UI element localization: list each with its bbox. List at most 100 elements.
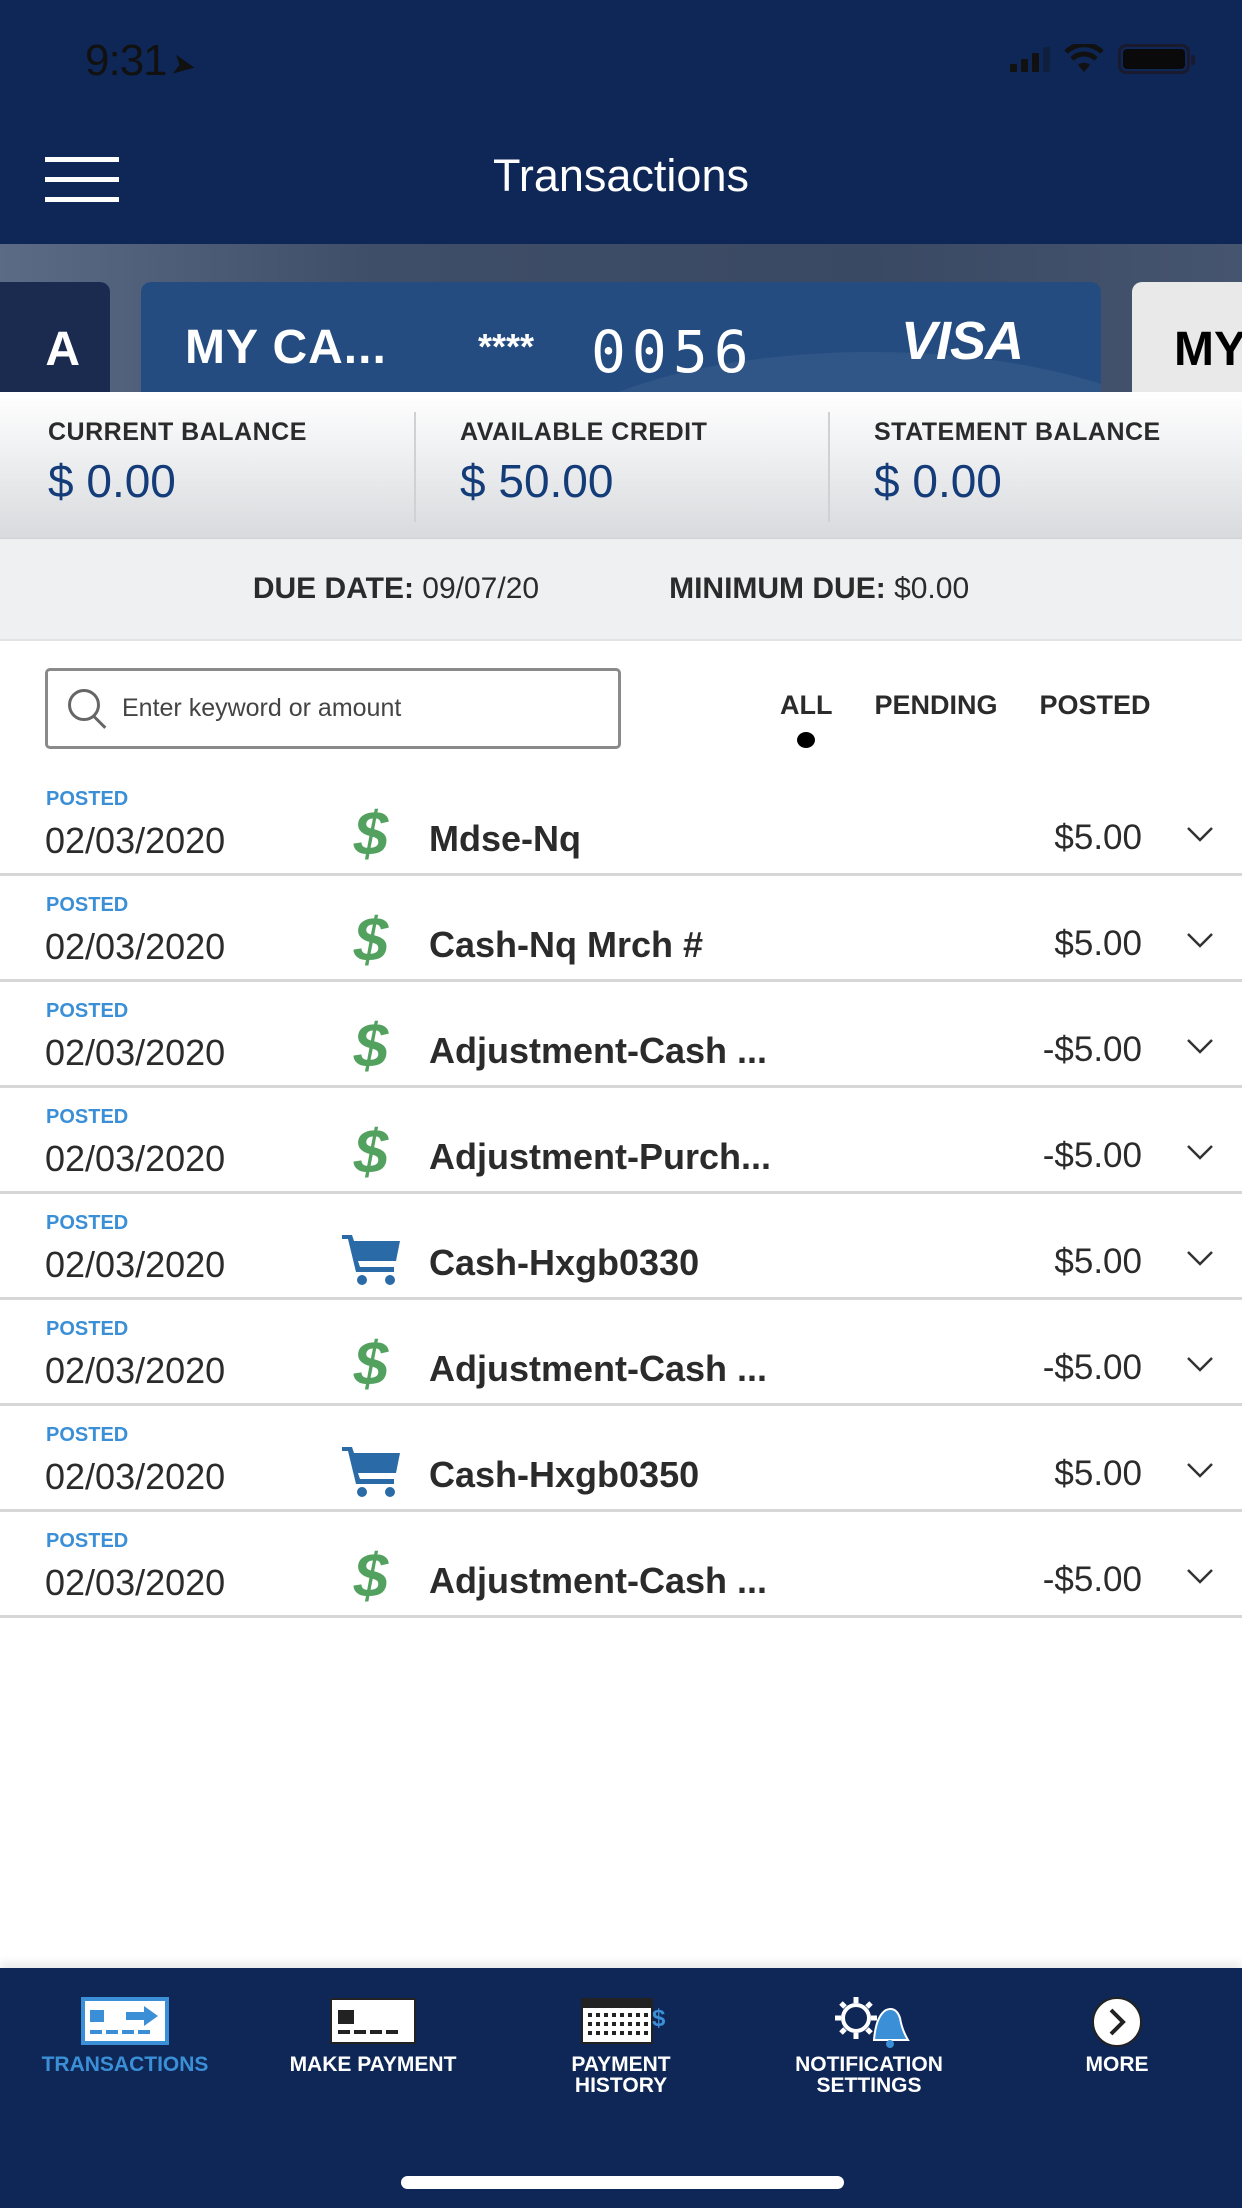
filter-tab-posted[interactable]: POSTED — [1040, 690, 1151, 721]
card-previous-label: A — [45, 323, 80, 376]
transaction-status: POSTED — [46, 1318, 129, 1340]
wifi-icon — [1064, 44, 1104, 72]
transaction-status: POSTED — [46, 1212, 129, 1234]
card-next[interactable]: MY — [1132, 282, 1242, 392]
dollar-icon: $ — [353, 1542, 389, 1611]
minimum-due-value: $0.00 — [894, 572, 970, 605]
statement-balance-label: STATEMENT BALANCE — [874, 418, 1161, 446]
card-number-mask: **** — [478, 326, 535, 367]
transaction-row[interactable]: POSTED 02/03/2020 $ Adjustment-Cash ... … — [0, 982, 1242, 1088]
more-icon — [1092, 1997, 1142, 2047]
due-info: DUE DATE: 09/07/20 MINIMUM DUE: $0.00 — [0, 539, 1242, 641]
transaction-list: POSTED 02/03/2020 $ Mdse-Nq $5.00 POSTED… — [0, 770, 1242, 1618]
status-icons — [1010, 44, 1195, 74]
transaction-date: 02/03/2020 — [45, 820, 226, 861]
statement-balance: STATEMENT BALANCE $ 0.00 — [828, 392, 1242, 538]
transaction-description: Mdse-Nq — [429, 818, 581, 859]
transaction-filter-tabs: ALL PENDING POSTED — [780, 690, 1151, 748]
dollar-icon: $ — [353, 1330, 389, 1399]
cart-icon — [340, 1440, 402, 1502]
transactions-icon — [81, 1997, 169, 2045]
page-title: Transactions — [493, 150, 749, 201]
transaction-row[interactable]: POSTED 02/03/2020 $ Cash-Nq Mrch # $5.00 — [0, 876, 1242, 982]
chevron-down-icon[interactable] — [1182, 1456, 1218, 1486]
visa-logo-icon: VISA — [900, 311, 1024, 371]
transaction-description: Adjustment-Purch... — [429, 1136, 772, 1177]
cart-icon — [340, 1228, 402, 1290]
nav-more[interactable]: MORE — [993, 1968, 1241, 2108]
current-balance: CURRENT BALANCE $ 0.00 — [0, 392, 414, 538]
card-current[interactable]: MY CA... **** 0056 VISA — [141, 282, 1101, 392]
transaction-date: 02/03/2020 — [45, 1562, 226, 1603]
available-credit-value: $ 50.00 — [460, 455, 614, 507]
card-next-label: MY — [1174, 323, 1242, 376]
nav-notification-settings[interactable]: NOTIFICATION SETTINGS — [745, 1968, 993, 2108]
app-header: 9:31➤ Transactions — [0, 0, 1242, 244]
card-name: MY CA... — [185, 321, 387, 374]
dollar-icon: $ — [353, 800, 389, 869]
card-last-four: 0056 — [591, 318, 755, 386]
make-payment-icon — [330, 1998, 416, 2044]
transaction-status: POSTED — [46, 1106, 129, 1128]
chevron-down-icon[interactable] — [1182, 926, 1218, 956]
nav-more-label: MORE — [1085, 2053, 1149, 2076]
transaction-description: Cash-Hxgb0330 — [429, 1242, 700, 1283]
due-date: DUE DATE: 09/07/20 — [253, 572, 539, 606]
search-input[interactable] — [122, 694, 592, 723]
transaction-status: POSTED — [46, 894, 129, 916]
transaction-description: Adjustment-Cash ... — [429, 1348, 768, 1389]
transaction-description: Cash-Nq Mrch # — [429, 924, 704, 965]
current-balance-label: CURRENT BALANCE — [48, 418, 307, 446]
nav-transactions-label: TRANSACTIONS — [41, 2053, 209, 2076]
dollar-icon: $ — [353, 906, 389, 975]
filter-tab-all[interactable]: ALL — [780, 690, 832, 748]
payment-history-icon: $ — [581, 1998, 666, 2044]
transaction-row[interactable]: POSTED 02/03/2020 $ Adjustment-Cash ... … — [0, 1512, 1242, 1618]
transaction-amount: $5.00 — [1054, 1454, 1142, 1493]
transaction-row[interactable]: POSTED 02/03/2020 Cash-Hxgb0350 $5.00 — [0, 1406, 1242, 1512]
nav-make-payment[interactable]: MAKE PAYMENT — [249, 1968, 497, 2108]
dollar-icon: $ — [353, 1012, 389, 1081]
status-time: 9:31➤ — [85, 36, 198, 86]
transaction-row[interactable]: POSTED 02/03/2020 Cash-Hxgb0330 $5.00 — [0, 1194, 1242, 1300]
available-credit: AVAILABLE CREDIT $ 50.00 — [414, 392, 828, 538]
chevron-down-icon[interactable] — [1182, 1244, 1218, 1274]
chevron-down-icon[interactable] — [1182, 1350, 1218, 1380]
status-time-text: 9:31 — [85, 36, 168, 85]
notification-settings-icon — [835, 1997, 910, 2048]
chevron-down-icon[interactable] — [1182, 1138, 1218, 1168]
nav-make-payment-label: MAKE PAYMENT — [289, 2053, 457, 2076]
search-box[interactable] — [45, 668, 621, 749]
transaction-row[interactable]: POSTED 02/03/2020 $ Adjustment-Cash ... … — [0, 1300, 1242, 1406]
svg-text:$: $ — [652, 2005, 666, 2032]
chevron-down-icon[interactable] — [1182, 1032, 1218, 1062]
nav-transactions[interactable]: TRANSACTIONS — [1, 1968, 249, 2108]
chevron-down-icon[interactable] — [1182, 1562, 1218, 1592]
balance-summary: CURRENT BALANCE $ 0.00 AVAILABLE CREDIT … — [0, 392, 1242, 539]
location-arrow-icon: ➤ — [167, 47, 198, 84]
filter-tab-pending[interactable]: PENDING — [874, 690, 997, 721]
cellular-signal-icon — [1010, 46, 1050, 72]
home-indicator[interactable] — [401, 2176, 844, 2189]
nav-payment-history[interactable]: $ PAYMENT HISTORY — [497, 1968, 745, 2108]
transaction-status: POSTED — [46, 1530, 129, 1552]
transaction-date: 02/03/2020 — [45, 926, 226, 967]
card-previous[interactable]: A — [0, 282, 110, 392]
transaction-status: POSTED — [46, 1000, 129, 1022]
chevron-down-icon[interactable] — [1182, 820, 1218, 850]
bottom-navigation: TRANSACTIONS MAKE PAYMENT $ PAYMENT HISTO… — [0, 1968, 1242, 2208]
due-date-label: DUE DATE: — [252, 572, 414, 605]
transaction-amount: $5.00 — [1054, 1242, 1142, 1281]
transaction-status: POSTED — [46, 1424, 129, 1446]
card-carousel[interactable]: A MY CA... **** 0056 VISA MY — [0, 244, 1242, 392]
transaction-date: 02/03/2020 — [45, 1032, 226, 1073]
transaction-description: Adjustment-Cash ... — [429, 1560, 768, 1601]
transaction-amount: $5.00 — [1054, 818, 1142, 857]
nav-payment-history-label: PAYMENT HISTORY — [571, 2053, 671, 2097]
transaction-amount: -$5.00 — [1042, 1136, 1142, 1175]
current-balance-value: $ 0.00 — [48, 455, 176, 507]
minimum-due-label: MINIMUM DUE: — [669, 572, 886, 605]
transaction-amount: -$5.00 — [1042, 1560, 1142, 1599]
transaction-row[interactable]: POSTED 02/03/2020 $ Mdse-Nq $5.00 — [0, 770, 1242, 876]
transaction-row[interactable]: POSTED 02/03/2020 $ Adjustment-Purch... … — [0, 1088, 1242, 1194]
